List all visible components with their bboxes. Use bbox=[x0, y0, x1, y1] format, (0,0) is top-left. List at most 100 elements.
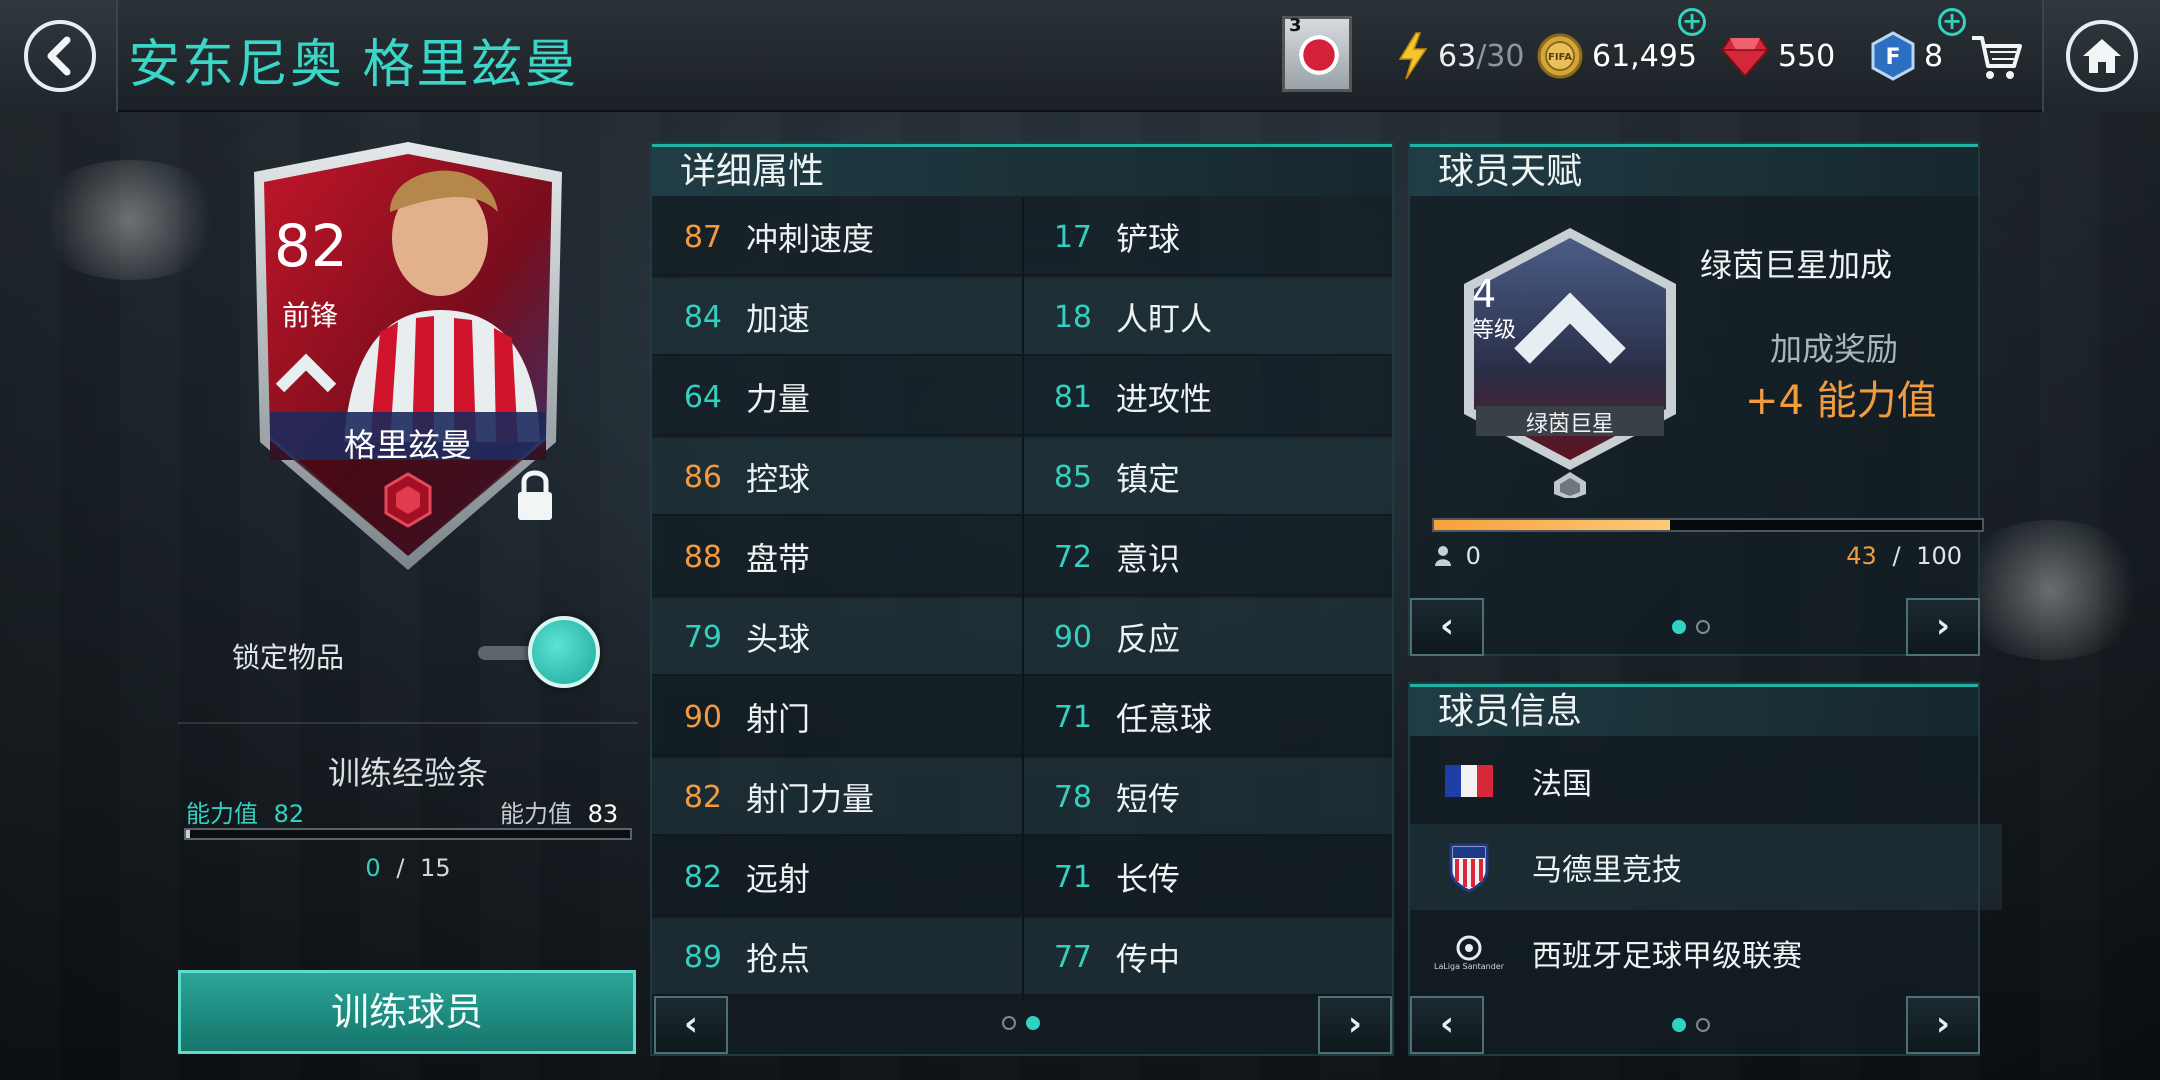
attribute-name: 人盯人 bbox=[1116, 300, 1213, 338]
nation-value: 法国 bbox=[1532, 767, 1592, 802]
page-dot-active[interactable] bbox=[1672, 1018, 1686, 1032]
talent-progress-fill bbox=[1434, 520, 1670, 530]
attribute-value: 89 bbox=[683, 939, 722, 975]
gems-counter[interactable]: 550 bbox=[1720, 30, 1835, 82]
lock-item-label: 锁定物品 bbox=[232, 641, 345, 674]
club-badge[interactable]: 3 bbox=[1282, 15, 1352, 92]
page-dot-active[interactable] bbox=[1026, 1016, 1040, 1030]
player-card-frame bbox=[254, 142, 562, 570]
talent-page-dots bbox=[1672, 620, 1710, 634]
energy-counter[interactable]: 63 /30 bbox=[1396, 30, 1524, 82]
talent-progress-current: 43 bbox=[1846, 542, 1877, 570]
training-xp-fill bbox=[186, 830, 191, 838]
attributes-panel: 详细属性 87 冲刺速度 17 铲球 84 加速 18 人盯人 64 力量 81 进攻性 86 控球 85 镇… bbox=[650, 142, 1394, 1056]
attributes-prev-button[interactable]: ‹ bbox=[654, 996, 728, 1054]
column-divider bbox=[1022, 198, 1024, 1000]
attribute-value: 85 bbox=[1053, 459, 1092, 495]
page-dot-active[interactable] bbox=[1672, 620, 1686, 634]
attribute-cell: 90 反应 bbox=[1022, 598, 1180, 676]
attribute-name: 意识 bbox=[1116, 540, 1181, 578]
club-value: 马德里竞技 bbox=[1532, 853, 1682, 888]
club-crest-icon bbox=[1299, 35, 1339, 75]
page-dot[interactable] bbox=[1002, 1016, 1016, 1030]
info-row-nation: 法国 bbox=[1410, 738, 2002, 824]
bonus-value: +4 能力值 bbox=[1745, 378, 1937, 424]
add-coins-button[interactable]: + bbox=[1678, 8, 1706, 36]
attribute-name: 进攻性 bbox=[1116, 380, 1213, 418]
next-ability: 能力值 83 bbox=[500, 794, 618, 829]
attribute-cell: 88 盘带 bbox=[652, 518, 810, 596]
attribute-cell: 17 铲球 bbox=[1022, 198, 1180, 276]
add-points-button[interactable]: + bbox=[1938, 8, 1966, 36]
talent-panel: 球员天赋 4 等级 绿茵巨星 绿茵巨星加成 加成奖励 +4 能力值 0 43 / bbox=[1408, 142, 1984, 656]
attribute-value: 17 bbox=[1053, 219, 1092, 255]
attribute-cell: 71 任意球 bbox=[1022, 678, 1212, 756]
info-prev-button[interactable]: ‹ bbox=[1410, 996, 1484, 1054]
attribute-name: 盘带 bbox=[746, 540, 811, 578]
training-xp-bar bbox=[184, 828, 632, 840]
page-dot[interactable] bbox=[1696, 1018, 1710, 1032]
info-next-button[interactable]: › bbox=[1906, 996, 1980, 1054]
back-button[interactable] bbox=[24, 20, 96, 92]
talent-badge[interactable] bbox=[1460, 226, 1680, 498]
attribute-name: 镇定 bbox=[1116, 460, 1181, 498]
coins-counter[interactable]: FIFA 61,495 bbox=[1536, 30, 1697, 82]
attribute-value: 90 bbox=[1053, 619, 1092, 655]
chevron-left-icon bbox=[47, 36, 71, 76]
player-count-icon bbox=[1435, 546, 1451, 566]
coin-icon: FIFA bbox=[1537, 33, 1583, 79]
talent-next-button[interactable]: › bbox=[1906, 598, 1980, 656]
talent-prev-button[interactable]: ‹ bbox=[1410, 598, 1484, 656]
xp-max: 15 bbox=[420, 854, 451, 882]
attribute-value: 86 bbox=[683, 459, 722, 495]
page-title: 安东尼奥 格里兹曼 bbox=[128, 35, 579, 95]
france-flag-icon bbox=[1424, 765, 1514, 797]
talent-progress-bar bbox=[1432, 518, 1984, 532]
attribute-name: 抢点 bbox=[746, 940, 811, 978]
club-badge-number: 3 bbox=[1289, 15, 1302, 36]
player-card[interactable]: 82 前锋 格里兹曼 bbox=[240, 142, 576, 572]
attribute-cell: 90 射门 bbox=[652, 678, 810, 756]
lock-item-toggle[interactable] bbox=[478, 616, 600, 690]
talent-badge-name: 绿茵巨星 bbox=[1525, 412, 1614, 437]
attribute-value: 78 bbox=[1053, 779, 1092, 815]
talent-progress-separator: / bbox=[1892, 542, 1901, 570]
page-dot[interactable] bbox=[1696, 620, 1710, 634]
divider bbox=[178, 722, 638, 724]
attribute-name: 反应 bbox=[1116, 620, 1181, 658]
train-player-button[interactable]: 训练球员 bbox=[178, 970, 636, 1054]
bonus-label: 加成奖励 bbox=[1770, 330, 1899, 368]
toggle-knob[interactable] bbox=[528, 616, 600, 688]
attribute-cell: 79 头球 bbox=[652, 598, 810, 676]
talent-progress-count: 43 / 100 bbox=[1846, 542, 1962, 570]
attribute-cell: 78 短传 bbox=[1022, 758, 1180, 836]
attribute-value: 84 bbox=[683, 299, 722, 335]
fifa-points-counter[interactable]: F 8 bbox=[1870, 30, 1943, 82]
next-ability-label: 能力值 bbox=[500, 800, 572, 828]
attribute-cell: 86 控球 bbox=[652, 438, 810, 516]
attributes-next-button[interactable]: › bbox=[1318, 996, 1392, 1054]
league-logo-text: LaLiga Santander bbox=[1433, 962, 1504, 971]
attribute-value: 71 bbox=[1053, 859, 1092, 895]
home-button[interactable] bbox=[2066, 20, 2138, 92]
xp-current: 0 bbox=[365, 854, 381, 882]
league-value: 西班牙足球甲级联赛 bbox=[1532, 939, 1802, 974]
attribute-value: 88 bbox=[683, 539, 722, 575]
attribute-name: 短传 bbox=[1116, 780, 1181, 818]
shopping-cart-icon[interactable] bbox=[1970, 32, 2022, 82]
info-page-dots bbox=[1672, 1018, 1710, 1032]
xp-separator: / bbox=[396, 854, 405, 882]
attribute-value: 81 bbox=[1053, 379, 1092, 415]
current-ability-value: 82 bbox=[273, 800, 305, 828]
back-button-area[interactable] bbox=[0, 0, 118, 112]
talent-level: 4 bbox=[1472, 272, 1497, 316]
talent-progress-min: 0 bbox=[1434, 542, 1481, 570]
attribute-value: 18 bbox=[1053, 299, 1092, 335]
player-position: 前锋 bbox=[282, 299, 339, 332]
attribute-value: 71 bbox=[1053, 699, 1092, 735]
info-title: 球员信息 bbox=[1410, 684, 1978, 736]
home-icon bbox=[2083, 39, 2121, 73]
home-button-area[interactable] bbox=[2042, 0, 2160, 112]
attribute-value: 77 bbox=[1053, 939, 1092, 975]
attributes-page-dots bbox=[1002, 1016, 1040, 1030]
